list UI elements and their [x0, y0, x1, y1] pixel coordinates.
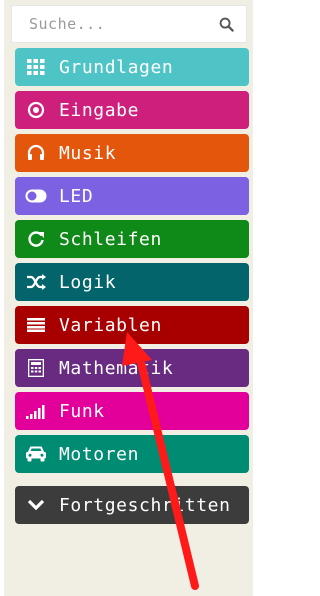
category-schleifen[interactable]: Schleifen	[15, 220, 249, 258]
signal-icon	[25, 400, 47, 422]
category-led[interactable]: LED	[15, 177, 249, 215]
search-input[interactable]: Suche...	[29, 15, 105, 33]
category-funk[interactable]: Funk	[15, 392, 249, 430]
category-label: Fortgeschritten	[59, 494, 231, 516]
toggle-icon	[25, 185, 47, 207]
category-eingabe[interactable]: Eingabe	[15, 91, 249, 129]
category-label: Funk	[59, 400, 105, 422]
category-label: Eingabe	[59, 99, 140, 121]
category-label: Logik	[59, 271, 117, 293]
category-label: Mathematik	[59, 357, 174, 379]
category-label: LED	[59, 185, 94, 207]
list-icon	[25, 314, 47, 336]
category-musik[interactable]: Musik	[15, 134, 249, 172]
category-label: Schleifen	[59, 228, 162, 250]
calculator-icon	[25, 357, 47, 379]
category-mathematik[interactable]: Mathematik	[15, 349, 249, 387]
search-icon[interactable]	[218, 16, 234, 32]
category-fortgeschritten[interactable]: Fortgeschritten	[15, 486, 249, 524]
category-label: Motoren	[59, 443, 140, 465]
category-label: Variablen	[59, 314, 162, 336]
category-variablen[interactable]: Variablen	[15, 306, 249, 344]
refresh-icon	[25, 228, 47, 250]
category-label: Grundlagen	[59, 56, 174, 78]
target-icon	[25, 99, 47, 121]
category-grundlagen[interactable]: Grundlagen	[15, 48, 249, 86]
shuffle-icon	[25, 271, 47, 293]
category-label: Musik	[59, 142, 117, 164]
chevron-down-icon	[25, 494, 47, 516]
search-box[interactable]: Suche...	[11, 5, 247, 43]
category-motoren[interactable]: Motoren	[15, 435, 249, 473]
headphones-icon	[25, 142, 47, 164]
grid-icon	[25, 56, 47, 78]
car-icon	[25, 443, 47, 465]
category-logik[interactable]: Logik	[15, 263, 249, 301]
toolbox-panel: Suche... Grundlagen Eingabe Musik LED Sc…	[4, 0, 253, 596]
